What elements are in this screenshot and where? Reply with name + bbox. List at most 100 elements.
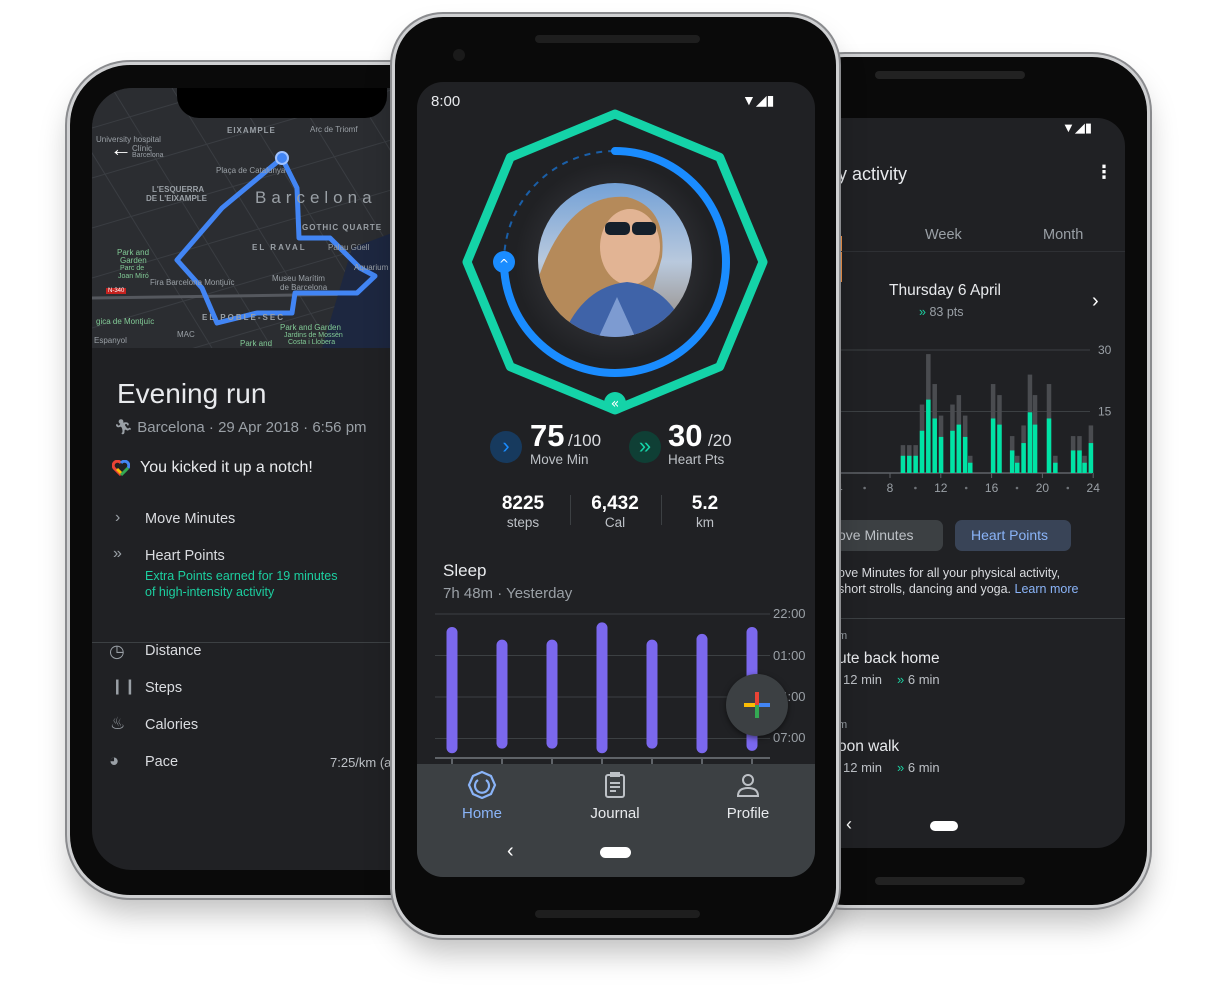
nav-back-button[interactable]: ‹ xyxy=(507,840,514,863)
left-phone-screen: EIXAMPLE Arc de Triomf University hospit… xyxy=(92,88,432,870)
map-label: Fira Barcelona Montjuïc xyxy=(150,278,235,287)
speaker-grille xyxy=(875,71,1025,79)
heart-pts-bar xyxy=(1070,450,1076,473)
sleep-title: Sleep xyxy=(443,561,487,580)
steps-icon: ❙❙ xyxy=(111,678,137,695)
stat-value: 5.2 xyxy=(691,493,719,514)
activity-subtitle: 🏃︎ Barcelona · 29 Apr 2018 · 6:56 pm xyxy=(114,418,367,436)
nav-profile[interactable]: Profile xyxy=(708,769,788,829)
person-icon xyxy=(736,774,760,797)
item-move-min: 12 min xyxy=(843,760,883,775)
map-label: Palau Güell xyxy=(328,243,370,252)
map-label: L'ESQUERRA xyxy=(152,185,205,194)
heart-pts-bar xyxy=(926,399,931,473)
description-line2: short strolls, dancing and yoga. Learn m… xyxy=(838,582,1078,596)
speedometer-icon: ◕ xyxy=(109,751,120,770)
double-chevron-icon: » xyxy=(897,760,905,775)
heart-pts-value: 30 xyxy=(668,418,703,453)
map-label-city: Barcelona xyxy=(255,188,377,207)
nav-home[interactable]: Home xyxy=(442,769,522,829)
heart-pts-bar xyxy=(1053,462,1058,473)
right-phone-screen: ▼◢▮ y activity ⋮ Week Month Thursday 6 A… xyxy=(800,118,1125,848)
back-button[interactable]: ← xyxy=(110,136,132,162)
item-time: m xyxy=(838,719,848,731)
sleep-axis-label: 22:00 xyxy=(773,606,806,621)
heart-pts-bar xyxy=(907,455,912,473)
chip-label: ove Minutes xyxy=(838,527,914,543)
nav-home-pill[interactable] xyxy=(930,821,958,831)
y-tick-label: 30 xyxy=(1098,343,1112,357)
x-minor-dot xyxy=(1015,486,1019,490)
chip-heart-points[interactable]: Heart Points xyxy=(955,520,1071,551)
heart-pts-bar xyxy=(1077,450,1082,473)
heart-pts-bar xyxy=(968,462,973,473)
y-tick-label: 15 xyxy=(1098,405,1112,419)
chevron-right-icon: › xyxy=(115,509,121,526)
map-label: Costa i Llobera xyxy=(288,339,336,346)
heart-pts-bar xyxy=(962,436,968,473)
speaker-grille-bottom xyxy=(875,877,1025,885)
map-label: MAC xyxy=(177,330,195,339)
item-time: m xyxy=(838,630,848,642)
nav-journal[interactable]: Journal xyxy=(575,769,655,829)
map-label: Park and xyxy=(240,339,273,348)
heart-pts-bar xyxy=(932,418,937,473)
heart-logo-icon xyxy=(112,460,130,476)
map-label: Barcelona xyxy=(132,152,164,159)
map-label: Plaça de Catalunya xyxy=(216,166,286,175)
heart-pts-goal: /20 xyxy=(708,431,732,450)
double-chevron-icon: « xyxy=(611,396,620,412)
map-label: Parc de xyxy=(120,265,145,272)
map-label: DE L'EIXAMPLE xyxy=(146,194,208,203)
item-title: oon walk xyxy=(838,738,900,755)
item-move-min: 12 min xyxy=(843,672,883,687)
double-chevron-icon: » xyxy=(897,672,905,687)
stat-value: 6,432 xyxy=(591,493,639,514)
stat-value: 8225 xyxy=(501,493,545,514)
map-label: Museu Marítim xyxy=(272,274,325,283)
goal-rings: ^ « xyxy=(462,109,768,415)
x-minor-dot xyxy=(964,486,968,490)
nav-label: Profile xyxy=(726,805,770,822)
item-heart-text: 6 min xyxy=(907,672,940,687)
home-ring-icon xyxy=(467,770,497,799)
divider xyxy=(800,618,1125,619)
heart-pts-bar xyxy=(919,430,925,473)
heart-pts-bar xyxy=(950,430,955,473)
front-camera xyxy=(453,49,465,61)
map-label: Espanyol xyxy=(94,336,127,345)
nav-home-pill[interactable] xyxy=(600,847,631,858)
map-label: Joan Miró xyxy=(118,273,149,280)
map-label: Aquarium xyxy=(354,263,389,272)
heart-pts-bar xyxy=(956,424,962,473)
road-badge: N-340 xyxy=(106,288,127,294)
x-tick-label: 12 xyxy=(934,481,948,495)
double-chevron-icon: » xyxy=(113,545,122,562)
x-tick-label: 16 xyxy=(985,481,999,495)
item-title: ute back home xyxy=(838,650,940,667)
add-fab[interactable] xyxy=(726,674,788,736)
heart-pts-bar xyxy=(938,436,944,473)
x-minor-dot xyxy=(914,486,917,490)
stat-label: steps xyxy=(506,515,540,530)
map-label: GOTHIC QUARTE xyxy=(302,223,383,232)
item-heart-text: 6 min xyxy=(907,760,940,775)
map-label: Garden xyxy=(120,256,147,265)
description-line1: ove Minutes for all your physical activi… xyxy=(838,566,1061,580)
map-label: Park and Garden xyxy=(280,323,341,332)
activity-chart: 30 15 4 8 12 16 20 24 xyxy=(836,343,1112,495)
heart-pts-bar xyxy=(997,424,1002,473)
heart-note-line1: Extra Points earned for 19 minutes xyxy=(145,569,338,583)
sleep-subtitle: 7h 48m · Yesterday xyxy=(443,585,573,602)
map-label: EL POBLE-SEC xyxy=(202,313,285,322)
stat-label: km xyxy=(696,515,714,530)
plus-icon xyxy=(744,692,770,718)
heart-pts-bar xyxy=(1088,443,1094,473)
heart-note-line2: of high-intensity activity xyxy=(145,585,275,599)
x-tick-label: 8 xyxy=(887,481,894,495)
heart-pts-icon: » xyxy=(629,431,661,463)
nav-back-button[interactable]: ‹ xyxy=(846,814,852,835)
speaker-grille-bottom xyxy=(535,910,700,918)
learn-more-link[interactable]: Learn more xyxy=(1015,582,1079,596)
heart-pts-bar xyxy=(1027,412,1033,473)
